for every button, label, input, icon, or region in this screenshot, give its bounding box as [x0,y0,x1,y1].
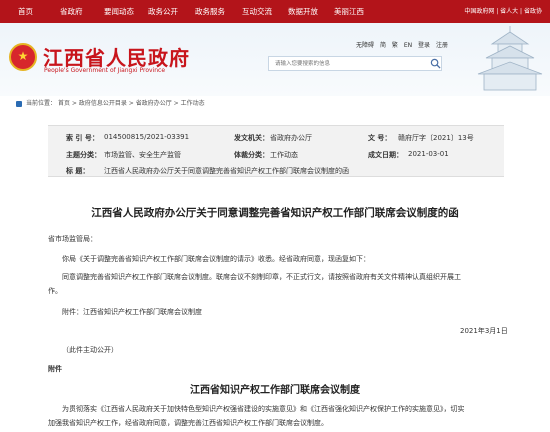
national-emblem-icon: ★ [9,43,37,71]
doc-no-label: 文 号： [368,134,392,142]
location-icon [16,100,22,107]
nav-item-gov-service[interactable]: 政务服务 [195,0,225,23]
breadcrumb-sep: > [71,100,77,107]
appendix-label: 附件 [48,365,62,373]
tengwang-pavilion-image [477,26,543,91]
breadcrumb-sep: > [128,100,134,107]
register-link[interactable]: 注册 [436,42,448,49]
genre-value: 工作动态 [270,151,298,159]
nav-item-gov-open[interactable]: 政务公开 [148,0,178,23]
breadcrumb-item-home[interactable]: 首页 [58,100,70,107]
login-link[interactable]: 登录 [418,42,430,49]
date-value: 2021-03-01 [408,150,449,158]
subject-label: 主题分类： [66,151,101,159]
addressee: 省市场监管局： [48,235,97,243]
paragraph-3-line-2: 加强我省知识产权工作，经省政府同意，调整完善江西省知识产权工作部门联席会议制度。 [48,419,328,427]
paragraph-1: 你局《关于调整完善省知识产权工作部门联席会议制度的请示》收悉。经省政府同意，现函… [62,255,370,263]
subject-value: 市场监管、安全生产监管 [104,151,181,159]
accessibility-link[interactable]: 无障碍 [356,42,374,49]
paragraph-2-line-1: 同意调整完善省知识产权工作部门联席会议制度。联席会议不刻制印章，不正式行文，请按… [62,273,461,281]
breadcrumb-item-office[interactable]: 省政府办公厅 [136,100,172,107]
breadcrumb-sep: > [173,100,179,107]
index-label: 索 引 号： [66,134,99,142]
simplified-link[interactable]: 简 [380,42,386,49]
appendix-title: 江西省知识产权工作部门联席会议制度 [190,385,360,396]
date-label: 成文日期： [368,151,403,159]
title-label: 标 题： [66,167,90,175]
document-metadata: 索 引 号： 014500815/2021-03391 发文机关： 省政府办公厅… [48,125,504,177]
genre-label: 体裁分类： [234,151,269,159]
nav-item-province-gov[interactable]: 省政府 [60,0,83,23]
doc-no-value: 赣府厅字〔2021〕13号 [398,134,474,142]
nav-item-interaction[interactable]: 互动交流 [242,0,272,23]
top-nav: 首页 省政府 要闻动态 政务公开 政务服务 互动交流 数据开放 美丽江西 中国政… [0,0,550,23]
document-date: 2021年3月1日 [460,327,508,335]
public-note: （此件主动公开） [62,346,118,354]
attachment-line[interactable]: 附件：江西省知识产权工作部门联席会议制度 [48,305,508,319]
top-right-links[interactable]: 中国政府网 | 省人大 | 省政协 [464,0,542,23]
nav-item-news[interactable]: 要闻动态 [104,0,134,23]
title-value: 江西省人民政府办公厅关于同意调整完善省知识产权工作部门联席会议制度的函 [104,167,349,175]
document-title: 江西省人民政府办公厅关于同意调整完善省知识产权工作部门联席会议制度的函 [91,207,459,219]
paragraph-3-line-1: 为贯彻落实《江西省人民政府关于加快特色型知识产权强省建设的实施意见》和《江西省强… [62,405,465,413]
search-icon[interactable] [430,58,441,69]
breadcrumb: 当前位置： 首页 > 政府信息公开目录 > 省政府办公厅 > 工作动态 [16,98,205,110]
breadcrumb-item-catalog[interactable]: 政府信息公开目录 [79,100,127,107]
org-value: 省政府办公厅 [270,134,312,142]
nav-item-home[interactable]: 首页 [18,0,33,23]
site-subtitle: People's Government of Jiangxi Province [44,67,166,74]
paragraph-2-line-2: 作。 [48,287,62,295]
utility-links: 无障碍 简 繁 EN 登录 注册 [356,40,452,49]
english-link[interactable]: EN [404,42,412,49]
nav-item-open-data[interactable]: 数据开放 [288,0,318,23]
traditional-link[interactable]: 繁 [392,42,398,49]
search-input[interactable] [268,56,442,71]
nav-item-beautiful-jiangxi[interactable]: 美丽江西 [334,0,364,23]
breadcrumb-label: 当前位置： [26,100,57,107]
index-value: 014500815/2021-03391 [104,133,190,141]
org-label: 发文机关： [234,134,269,142]
breadcrumb-item-work-news[interactable]: 工作动态 [181,100,205,107]
